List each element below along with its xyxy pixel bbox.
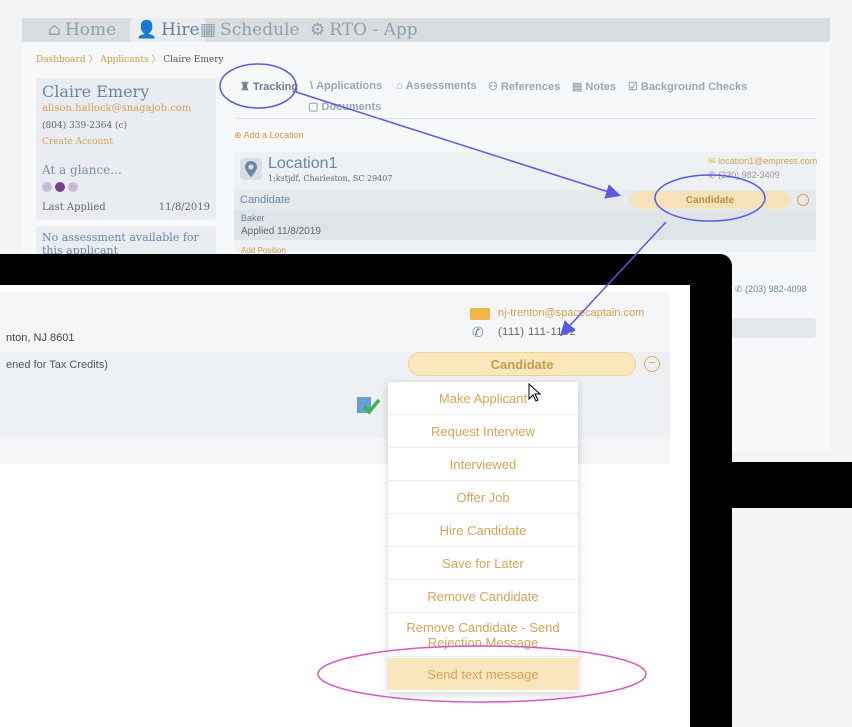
arrow-to-candidate [295,91,621,199]
candidate-highlight-circle [654,174,766,222]
annotation-layer [219,63,766,703]
tracking-highlight-circle [219,63,297,109]
send-text-highlight-circle [317,645,647,703]
arrow-to-dropdown [559,221,667,337]
